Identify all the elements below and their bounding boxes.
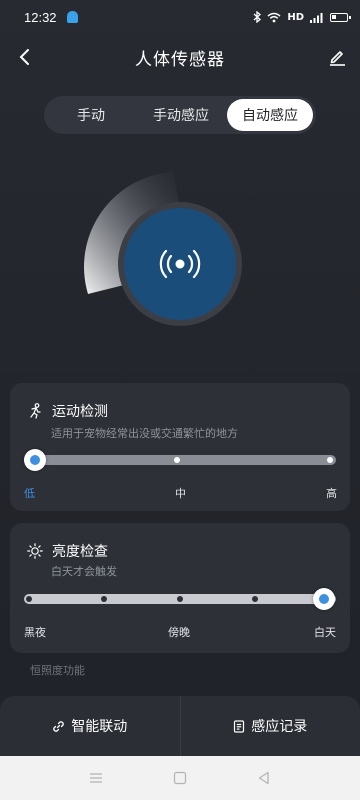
brightness-check-header: 亮度检查 [26, 541, 108, 561]
level-label-night[interactable]: 黑夜 [24, 624, 46, 640]
motion-slider-knob[interactable] [24, 449, 46, 471]
motion-detection-card: 运动检测 适用于宠物经常出没或交通繁忙的地方 低 中 高 [10, 383, 350, 511]
chevron-left-icon [19, 49, 29, 65]
motion-detection-subtitle: 适用于宠物经常出没或交通繁忙的地方 [51, 427, 238, 440]
edit-button[interactable] [324, 44, 350, 70]
brightness-check-card: 亮度检查 白天才会触发 黑夜 傍晚 白天 [10, 523, 350, 653]
level-label-day[interactable]: 白天 [314, 624, 336, 640]
status-icons: HD [253, 11, 351, 23]
link-icon [53, 720, 65, 732]
running-person-icon [26, 402, 44, 420]
level-label-high[interactable]: 高 [326, 485, 337, 501]
brightness-check-subtitle: 白天才会触发 [51, 565, 117, 578]
edit-pencil-icon [330, 51, 345, 66]
app-header: 人体传感器 [0, 38, 360, 76]
brightness-slider[interactable] [24, 594, 336, 604]
smart-linkage-label: 智能联动 [71, 719, 128, 735]
document-icon [234, 719, 245, 733]
sensing-record-button[interactable]: 感应记录 [181, 696, 360, 756]
page-title: 人体传感器 [135, 49, 225, 70]
level-label-evening[interactable]: 傍晚 [168, 624, 190, 640]
brightness-slider-knob[interactable] [313, 588, 335, 610]
slider-step-dot[interactable] [174, 457, 180, 463]
status-time: 12:32 [24, 9, 57, 25]
level-label-low[interactable]: 低 [24, 485, 35, 501]
tab-manual-sensing[interactable]: 手动感应 [135, 99, 227, 131]
sensor-dial [70, 160, 290, 380]
status-bar: 12:32 HD [0, 0, 360, 34]
network-type-label: HD [287, 11, 304, 23]
sensing-record-label: 感应记录 [251, 719, 308, 735]
motion-detection-header: 运动检测 [26, 401, 108, 421]
mode-tabs: 手动 手动感应 自动感应 [44, 96, 316, 134]
motion-detection-title: 运动检测 [52, 404, 108, 420]
slider-step-dot[interactable] [252, 596, 258, 602]
brightness-check-title: 亮度检查 [52, 544, 108, 560]
tab-auto-sensing[interactable]: 自动感应 [227, 99, 313, 131]
tab-manual[interactable]: 手动 [47, 99, 135, 131]
system-navigation-bar [0, 756, 360, 800]
notification-bell-icon [66, 11, 78, 23]
level-label-mid[interactable]: 中 [175, 485, 186, 501]
slider-step-dot[interactable] [327, 457, 333, 463]
battery-icon [330, 12, 351, 22]
back-triangle-icon[interactable] [257, 771, 271, 785]
slider-step-dot[interactable] [26, 596, 32, 602]
bluetooth-icon [253, 11, 262, 23]
slider-step-dot[interactable] [177, 596, 183, 602]
constant-lux-label[interactable]: 恒照度功能 [30, 662, 85, 678]
sensor-dial-graphic [84, 172, 242, 326]
signal-icon [310, 12, 323, 23]
motion-sensitivity-slider[interactable] [24, 455, 336, 465]
sun-icon [26, 542, 44, 560]
wifi-icon [267, 12, 281, 22]
menu-icon[interactable] [89, 772, 103, 784]
back-button[interactable] [12, 44, 38, 70]
bottom-action-bar: 智能联动 感应记录 [0, 696, 360, 756]
home-icon[interactable] [173, 771, 187, 785]
screen: 12:32 HD 人体传感器 手动 手动感应 自动感应 运动检测 适用于宠物经常… [0, 0, 360, 800]
slider-step-dot[interactable] [101, 596, 107, 602]
smart-linkage-button[interactable]: 智能联动 [0, 696, 180, 756]
